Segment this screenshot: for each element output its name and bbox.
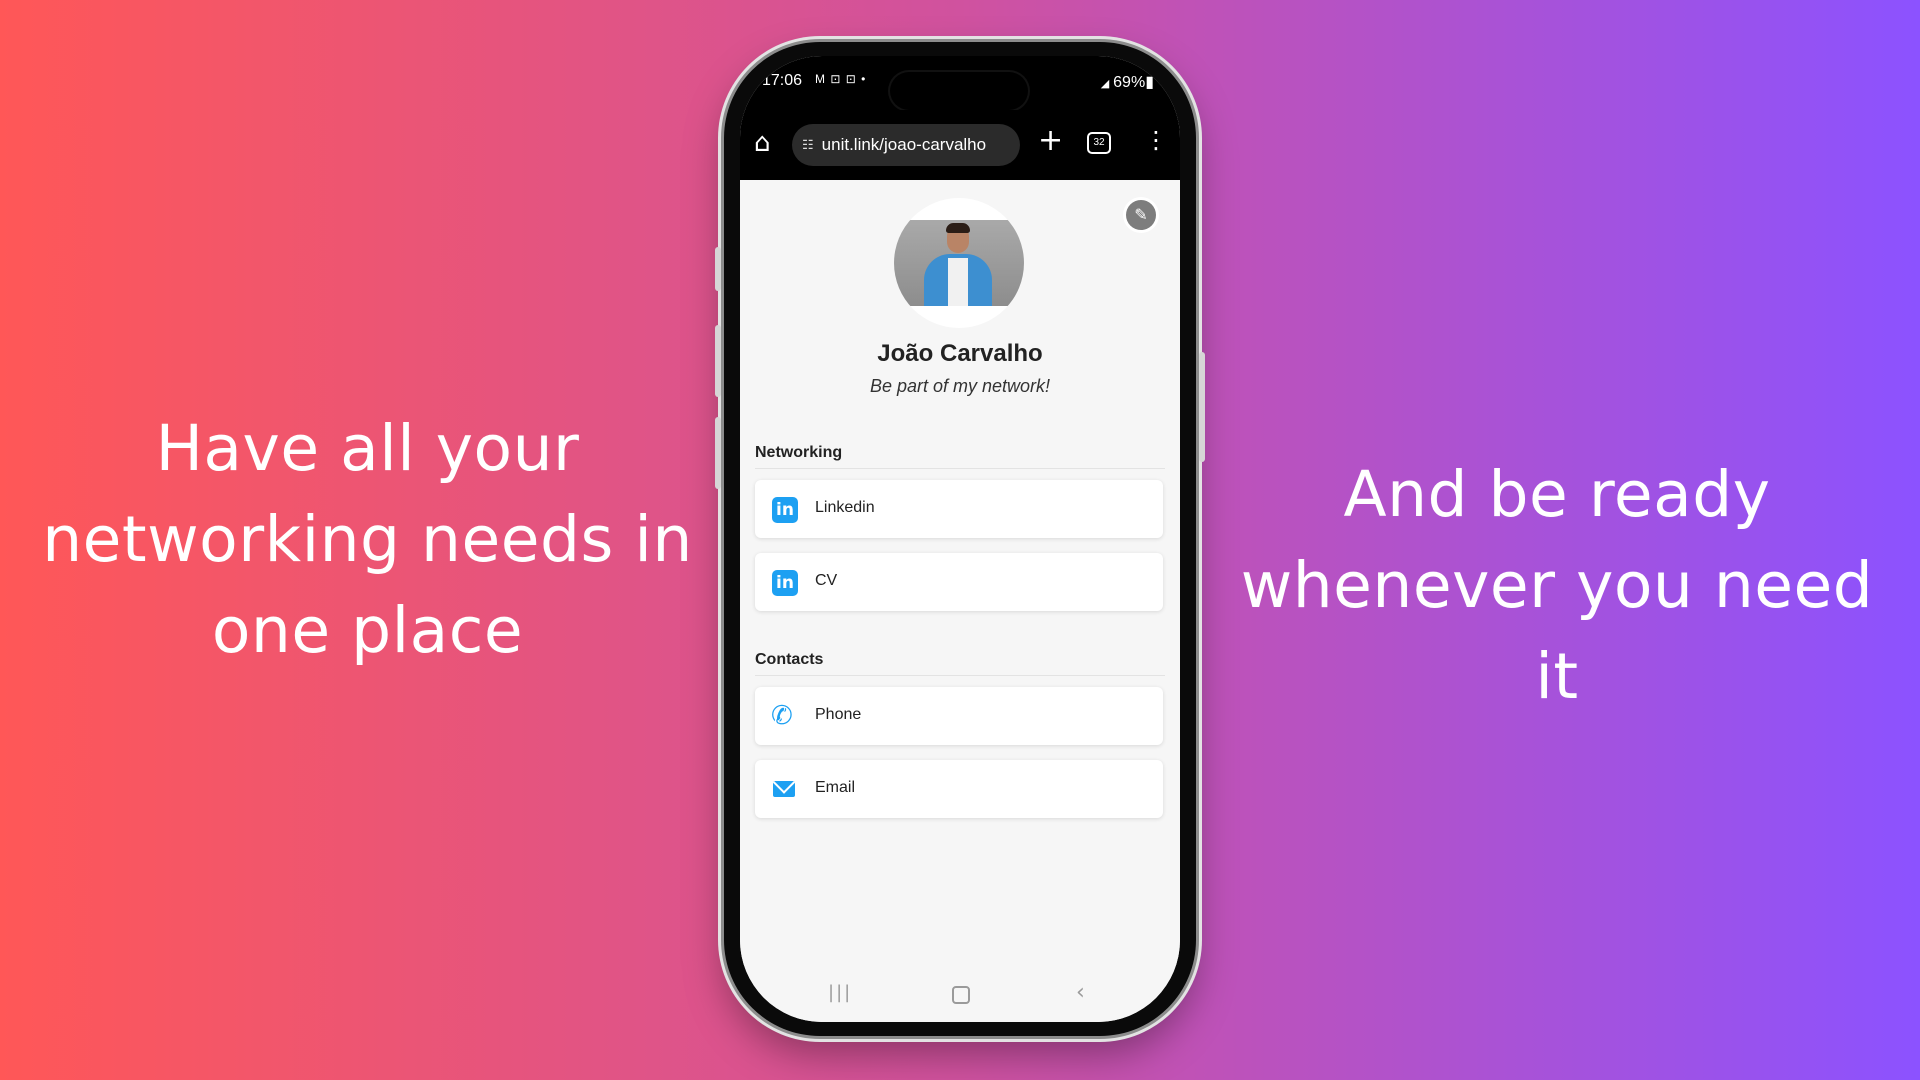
- system-nav-bar: ||| ‹: [740, 970, 1180, 1022]
- link-label: CV: [815, 572, 838, 589]
- link-card-phone[interactable]: ✆ Phone: [755, 687, 1163, 745]
- dynamic-island: [890, 72, 1028, 110]
- section-divider: [755, 468, 1165, 469]
- promo-right-line-1: And be ready: [1343, 458, 1771, 531]
- promo-left-line-3: one place: [211, 594, 524, 667]
- battery-level: 69%: [1113, 74, 1146, 91]
- tab-switcher-button[interactable]: 32: [1087, 132, 1111, 154]
- phone-volume-down-button: [715, 417, 721, 489]
- avatar: [894, 198, 1024, 328]
- profile-tagline: Be part of my network!: [869, 376, 1051, 396]
- promo-left-line-2: networking needs in: [42, 503, 693, 576]
- home-button-icon[interactable]: [952, 986, 970, 1004]
- status-bar: 17:06 M ⊡ ⊡ • ◢ 69%▮: [740, 56, 1180, 110]
- status-right-group: ◢ 69%▮: [1101, 72, 1154, 92]
- link-label: Linkedin: [815, 499, 875, 516]
- section-title-contacts: Contacts: [755, 651, 824, 668]
- home-icon[interactable]: ⌂: [754, 130, 771, 156]
- more-menu-icon[interactable]: ⋮: [1144, 128, 1168, 152]
- new-tab-icon[interactable]: +: [1038, 124, 1063, 158]
- link-card-linkedin[interactable]: in Linkedin: [755, 480, 1163, 538]
- profile-name: João Carvalho: [877, 340, 1043, 367]
- avatar-tee: [948, 258, 968, 306]
- signal-icon: ◢: [1100, 78, 1110, 90]
- promo-text-left: Have all your networking needs in one pl…: [40, 403, 695, 676]
- avatar-photo: [894, 220, 1024, 306]
- link-card-cv[interactable]: in CV: [755, 553, 1163, 611]
- phone-action-button: [715, 247, 721, 291]
- promo-text-right: And be ready whenever you need it: [1222, 449, 1892, 722]
- promo-right-line-2: whenever you need it: [1240, 549, 1874, 713]
- link-label: Phone: [815, 706, 862, 723]
- phone-mockup: 17:06 M ⊡ ⊡ • ◢ 69%▮ ⌂ ☷ unit.link/joao-c…: [715, 42, 1205, 1036]
- address-bar-url: unit.link/joao-carvalho: [821, 135, 987, 154]
- pencil-icon[interactable]: ✎: [1126, 200, 1156, 230]
- linkedin-icon: in: [772, 570, 798, 596]
- phone-icon: ✆: [771, 700, 793, 730]
- notification-icons: M ⊡ ⊡ •: [815, 72, 867, 86]
- address-bar[interactable]: ☷ unit.link/joao-carvalho: [792, 124, 1020, 166]
- browser-toolbar: ⌂ ☷ unit.link/joao-carvalho + 32 ⋮: [740, 110, 1180, 180]
- battery-icon: ▮: [1145, 74, 1154, 91]
- profile-page: ✎ João Carvalho Be part of my network! N…: [740, 180, 1180, 1022]
- avatar-hair: [946, 223, 970, 233]
- section-title-networking: Networking: [755, 444, 843, 461]
- link-label: Email: [815, 779, 856, 796]
- phone-power-button: [1199, 352, 1205, 462]
- section-divider: [755, 675, 1165, 676]
- site-settings-icon[interactable]: ☷: [802, 137, 814, 153]
- phone-screen: 17:06 M ⊡ ⊡ • ◢ 69%▮ ⌂ ☷ unit.link/joao-c…: [740, 56, 1180, 1022]
- mail-icon: [773, 781, 795, 797]
- back-icon[interactable]: ‹: [1076, 980, 1085, 1005]
- promo-left-line-1: Have all your: [155, 412, 580, 485]
- recent-apps-icon[interactable]: |||: [828, 982, 852, 1003]
- link-card-email[interactable]: Email: [755, 760, 1163, 818]
- phone-volume-up-button: [715, 325, 721, 397]
- status-time: 17:06: [762, 72, 803, 89]
- linkedin-icon: in: [772, 497, 798, 523]
